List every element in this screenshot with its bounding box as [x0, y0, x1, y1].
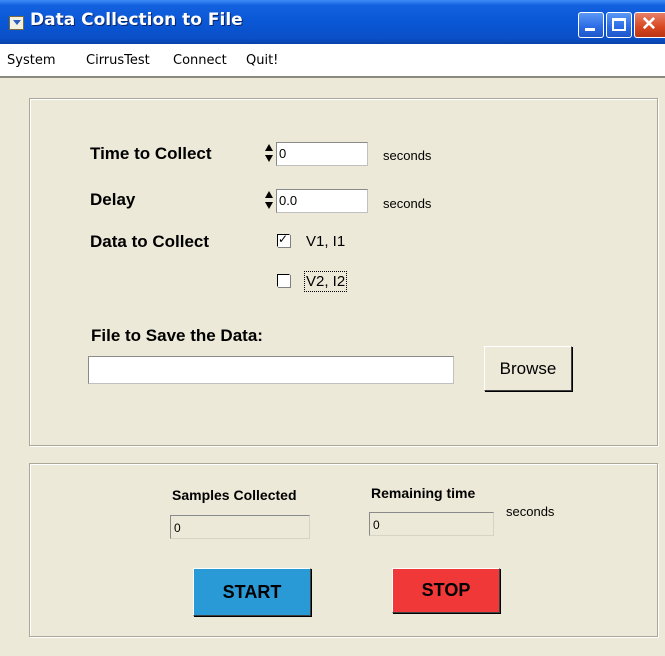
samples-collected-field: 0	[170, 515, 310, 539]
remaining-time-label: Remaining time	[371, 485, 476, 501]
stop-button[interactable]: STOP	[392, 568, 500, 613]
menu-cirrustest[interactable]: CirrusTest	[86, 53, 150, 68]
minimize-button[interactable]	[578, 12, 604, 38]
remaining-time-field: 0	[369, 512, 494, 536]
title-bar[interactable]: Data Collection to File ✕	[0, 0, 665, 44]
delay-input[interactable]: 0.0	[276, 189, 368, 213]
time-spin-arrows[interactable]	[263, 142, 275, 166]
browse-button[interactable]: Browse	[484, 346, 572, 391]
file-label: File to Save the Data:	[91, 326, 263, 345]
delay-label: Delay	[90, 190, 136, 209]
minimize-icon	[585, 28, 595, 31]
maximize-button[interactable]	[606, 12, 632, 38]
app-window: Data Collection to File ✕ System CirrusT…	[0, 0, 665, 656]
data-to-collect-label: Data to Collect	[90, 232, 210, 251]
time-to-collect-input[interactable]: 0	[276, 142, 368, 166]
menu-system[interactable]: System	[7, 53, 55, 68]
start-button[interactable]: START	[193, 568, 311, 616]
v2-i2-label[interactable]: V2, I2	[303, 271, 348, 292]
menu-quit[interactable]: Quit!	[246, 53, 278, 68]
close-icon: ✕	[641, 14, 657, 35]
v2-i2-checkbox[interactable]	[277, 274, 290, 287]
window-title: Data Collection to File	[30, 10, 243, 30]
samples-collected-label: Samples Collected	[172, 487, 297, 503]
v1-i1-label[interactable]: V1, I1	[306, 233, 345, 250]
file-path-input[interactable]	[88, 356, 454, 384]
close-button[interactable]: ✕	[634, 12, 665, 38]
menu-connect[interactable]: Connect	[173, 53, 227, 68]
time-unit-label: seconds	[383, 148, 432, 163]
delay-spin-arrows[interactable]	[263, 189, 275, 213]
menu-bar: System CirrusTest Connect Quit!	[0, 44, 665, 78]
remaining-unit-label: seconds	[506, 504, 555, 519]
status-panel	[29, 463, 658, 637]
v1-i1-checkbox[interactable]	[277, 232, 290, 247]
maximize-icon	[612, 18, 626, 31]
app-icon[interactable]	[9, 16, 24, 30]
delay-unit-label: seconds	[383, 196, 432, 211]
time-to-collect-label: Time to Collect	[90, 144, 212, 163]
